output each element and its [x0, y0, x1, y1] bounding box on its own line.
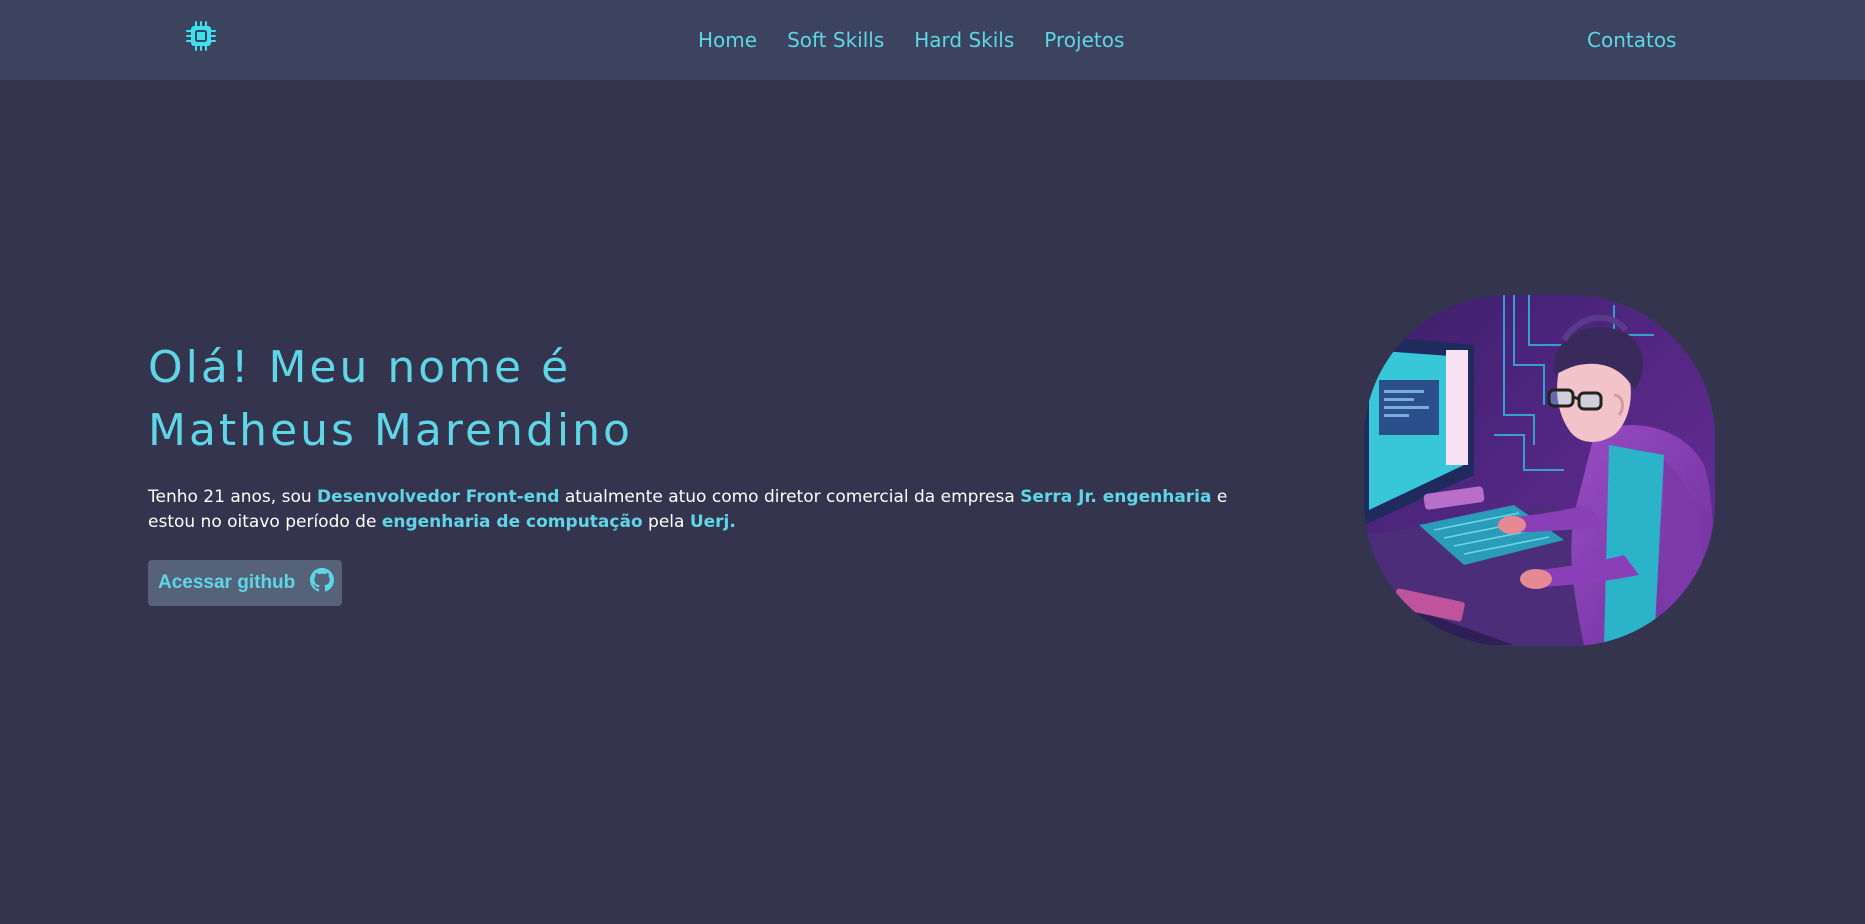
nav-hard-skills-link[interactable]: Hard Skils — [914, 28, 1014, 52]
github-button[interactable]: Acessar github — [148, 560, 342, 606]
main-nav: Home Soft Skills Hard Skils Projetos — [698, 28, 1124, 52]
bio-text-4: pela — [642, 512, 690, 532]
hero-title-line-1: Olá! Meu nome é — [148, 342, 572, 393]
bio-paragraph: Tenho 21 anos, sou Desenvolvedor Front-e… — [148, 485, 1228, 535]
avatar-illustration — [1364, 295, 1715, 646]
bio-course-highlight: engenharia de computação — [381, 512, 643, 532]
github-icon — [310, 568, 334, 592]
nav-projects-link[interactable]: Projetos — [1044, 28, 1124, 52]
bio-role-highlight: Desenvolvedor Front-end — [317, 487, 560, 507]
nav-contact-link[interactable]: Contatos — [1587, 28, 1676, 52]
github-button-label: Acessar github — [158, 572, 296, 593]
hero-title-line-2: Matheus Marendino — [148, 405, 633, 456]
chip-icon[interactable] — [185, 20, 217, 52]
nav-home-link[interactable]: Home — [698, 28, 757, 52]
bio-company-highlight: Serra Jr. engenharia — [1020, 487, 1212, 507]
bio-text-1: Tenho 21 anos, sou — [148, 487, 318, 507]
navbar: Home Soft Skills Hard Skils Projetos Con… — [0, 0, 1865, 80]
hero-title: Olá! Meu nome é Matheus Marendino — [148, 336, 1048, 462]
nav-soft-skills-link[interactable]: Soft Skills — [787, 28, 884, 52]
bio-text-2: atualmente atuo como diretor comercial d… — [559, 487, 1021, 507]
bio-university-highlight: Uerj. — [689, 512, 736, 532]
programmer-illustration — [1364, 295, 1715, 646]
